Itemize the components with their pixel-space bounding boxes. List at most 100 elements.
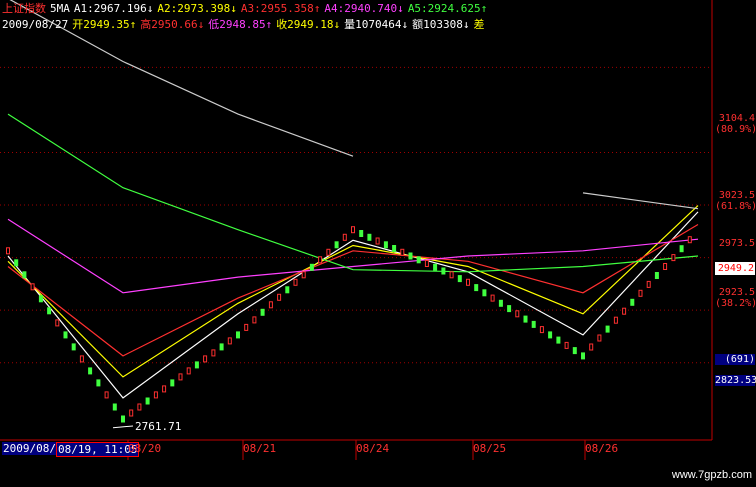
candle [416,256,421,264]
axis-level-1: 3104.4 (80.9%) [715,113,756,135]
candle [301,271,306,279]
axis-level-2: 3023.5 (61.8%) [715,190,756,212]
candle [30,283,35,291]
candle [556,336,561,344]
candle [260,308,265,316]
candle [400,248,405,256]
candle [581,352,585,360]
candle [433,263,438,271]
candle [145,397,150,405]
candle [71,343,76,351]
candle [638,289,643,297]
index-name[interactable]: 上证指数 [2,2,46,15]
candle [498,299,503,307]
low-marker-label: 2761.71 [135,420,182,433]
candle [293,278,298,286]
series-line-A5 [7,113,699,273]
candle [679,245,684,253]
chart-grid [0,66,712,460]
candle [367,233,372,241]
candle [457,275,462,283]
candle [654,272,659,279]
watermark: www.7gpzb.com [671,469,752,481]
candle [597,334,602,342]
candle [490,294,495,302]
candle [63,331,68,339]
ma-a1-value: A1:2967.196↓ [73,2,154,15]
open-price: 开2949.35↑ [72,18,137,31]
candle [79,355,84,363]
ma-label: 5MA [50,2,70,15]
candle [482,289,487,297]
candle [277,293,282,301]
candle [383,241,388,249]
candle [671,254,676,262]
candle [351,226,355,234]
axis-level-5: (691) [715,354,755,365]
candle [630,298,635,306]
date-label-2: 08/21 [243,442,277,455]
date-axis: 2009/08/1 08/19, 11:05 08/20 08/21 08/24… [0,440,712,487]
header-row-1: 上证指数 5MA A1:2967.196↓ A2:2973.398↓ A3:2955.3… [2,0,491,16]
candle [613,316,618,324]
ma-a3-value: A3:2955.358↑ [240,2,321,15]
candle [334,241,339,249]
candle [236,331,240,339]
date-box-cursor: 08/19, 11:05 [56,442,140,457]
series-line-A1 [7,211,699,399]
current-price-tag: 2949.2 [715,262,755,275]
candle [186,367,191,375]
candle [153,391,158,399]
candle [392,245,397,252]
candle [285,286,290,294]
ma-a5-value: A5:2924.625↑ [407,2,488,15]
candle [359,230,364,237]
candle [507,305,512,313]
candle [449,271,454,279]
candle [515,310,520,318]
candle [14,259,19,267]
date-label-3: 08/24 [356,442,390,455]
candle [6,247,10,255]
axis-level-3: 2973.5 [718,238,755,249]
candle [424,260,429,267]
high-price: 高2950.66↓ [140,18,205,31]
candle [227,337,232,345]
candle [137,403,142,411]
candle [408,252,413,260]
candle [194,361,199,369]
candle [687,236,692,244]
ma-a2-value: A2:2973.398↓ [157,2,237,15]
volume-value: 量1070464↓ [344,18,409,31]
quote-date: 2009/08/27 [2,18,69,31]
candle [342,233,347,241]
amount-value: 额103308↓ [412,18,470,31]
candle [104,391,109,399]
series-line-A3 [7,223,699,357]
candle [309,263,314,271]
candle [318,256,323,264]
candle [178,373,183,381]
candle [162,385,167,393]
candle [112,403,117,411]
date-box-start: 2009/08/1 [2,442,64,455]
candle [268,301,273,309]
candle [466,278,470,286]
candle [663,263,668,270]
series-layer [7,0,699,399]
candle [121,415,125,423]
date-label-5: 08/26 [585,442,619,455]
candle [523,315,528,323]
candle [564,341,569,349]
chart-canvas [0,0,713,460]
low-marker-leader [112,425,134,429]
candle [539,326,544,334]
candle [211,349,216,357]
candle [244,323,249,331]
candle [474,284,479,292]
candle [441,267,446,275]
candle [605,325,610,333]
header-row-2: 2009/08/27 开2949.35↑ 高2950.66↓ 低2948.85↑ 收29… [2,16,485,32]
candle [622,307,627,315]
axis-level-4: 2923.5 (38.2%) [715,287,756,309]
